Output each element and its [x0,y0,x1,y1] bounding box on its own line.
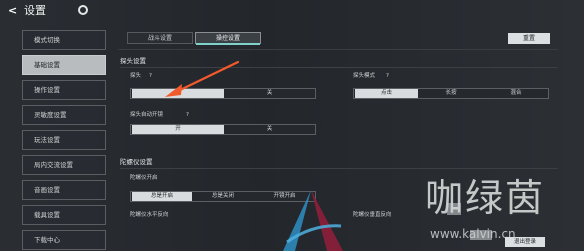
probe-mode-selector: 点击 长按 混合 [353,88,549,99]
probe-help-icon[interactable]: ? [149,73,152,80]
probe-mode-help-icon[interactable]: ? [386,73,389,80]
probe-label: 探头 [130,73,142,79]
gyro-always-on-option[interactable]: 总是开启 [132,192,192,201]
probe-mode-mixed-option[interactable]: 混合 [484,89,548,98]
probe-auto-scope-help-icon[interactable]: ? [186,112,189,119]
sidebar-item-in-game-chat[interactable]: 局内交流设置 [22,155,106,175]
page-title: 设置 [24,4,46,17]
probe-section-title: 探头设置 [120,57,146,65]
logout-button[interactable]: 退出登录 [505,237,545,247]
gyro-vertical-invert-label: 陀螺仪垂直反向 [353,212,392,218]
gyro-section-title: 陀螺仪设置 [120,158,153,166]
sidebar-item-mode-switch[interactable]: 模式切换 [22,30,106,50]
tab-combat-settings[interactable]: 战斗设置 [127,32,193,44]
tab-control-settings[interactable]: 操控设置 [195,32,261,45]
sidebar-item-basic-settings[interactable]: 基础设置 [22,55,106,75]
probe-off-option[interactable]: 关 [224,89,315,98]
probe-auto-scope-toggle: 开 关 [130,124,316,135]
gyro-always-off-option[interactable]: 总是关闭 [193,192,253,201]
probe-auto-scope-label: 探头自动开镜 [130,112,164,118]
auto-scope-off-option[interactable]: 关 [224,125,315,134]
gyro-enable-label: 陀螺仪开启 [130,175,158,181]
settings-ring-icon [78,5,88,15]
probe-toggle: 开 关 [130,88,316,99]
probe-on-option[interactable]: 开 [132,89,224,98]
probe-mode-click-option[interactable]: 点击 [355,89,418,98]
probe-mode-hold-option[interactable]: 长按 [419,89,483,98]
blurred-area [447,203,461,215]
sidebar-item-sensitivity[interactable]: 灵敏度设置 [22,105,106,125]
gyro-horizontal-invert-label: 陀螺仪水平反向 [130,212,169,218]
divider [118,49,558,50]
watermark-text: 咖绿茵 [425,176,546,220]
header: < 设置 [0,0,584,24]
back-arrow-icon[interactable]: < [8,5,20,17]
sidebar-item-audio-video[interactable]: 音画设置 [22,180,106,200]
section-divider [120,67,558,68]
sidebar-item-vehicle[interactable]: 载具设置 [22,205,106,225]
reset-button[interactable]: 重置 [508,33,550,44]
blurred-area [470,230,492,240]
sidebar-item-operation-settings[interactable]: 操作设置 [22,80,106,100]
auto-scope-on-option[interactable]: 开 [132,125,224,134]
sidebar-item-download-center[interactable]: 下载中心 [22,230,106,250]
section-divider [120,168,558,169]
watermark-logo-icon [283,190,343,251]
sidebar-item-gameplay[interactable]: 玩法设置 [22,130,106,150]
probe-mode-label: 探头模式 [353,73,376,79]
